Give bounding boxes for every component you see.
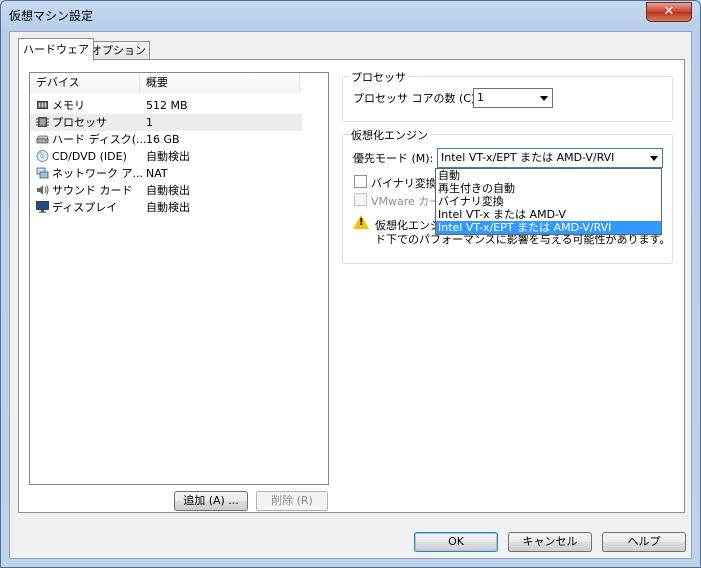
- vmware-kernel-checkbox[interactable]: [354, 193, 367, 206]
- add-device-button[interactable]: 追加 (A) ...: [174, 491, 248, 511]
- close-button[interactable]: ✕: [646, 2, 692, 22]
- device-summary: 16 GB: [146, 133, 180, 146]
- chevron-down-icon: [540, 96, 548, 101]
- device-name: ディスプレイ: [52, 201, 118, 214]
- column-header-summary[interactable]: 概要: [140, 73, 300, 93]
- memory-icon: [37, 101, 48, 109]
- tab-options[interactable]: オプション: [86, 41, 150, 60]
- cores-combo[interactable]: 1: [473, 88, 553, 108]
- device-list[interactable]: デバイス 概要 メモリ 512 MB プロセッサ 1 ハード ディスク(... …: [29, 72, 329, 485]
- dropdown-option-vtx-ept-amdv-rvi[interactable]: Intel VT-x/EPT または AMD-V/RVI: [436, 221, 661, 234]
- preferred-mode-label: 優先モード (M):: [353, 152, 434, 165]
- hardware-tab-page: デバイス 概要 メモリ 512 MB プロセッサ 1 ハード ディスク(... …: [18, 59, 685, 513]
- device-name: ハード ディスク(...: [52, 133, 147, 146]
- device-row-cd-dvd[interactable]: CD/DVD (IDE) 自動検出: [30, 148, 302, 165]
- device-row-sound[interactable]: サウンド カード 自動検出: [30, 182, 302, 199]
- device-name: CD/DVD (IDE): [52, 150, 127, 163]
- settings-window: 仮想マシン設定 ✕ ハードウェア オプション デバイス 概要 メモリ 512 M…: [0, 0, 701, 568]
- device-name: メモリ: [52, 99, 85, 112]
- processor-group: プロセッサ プロセッサ コアの数 (C): 1: [342, 69, 673, 122]
- cd-dvd-icon: [36, 150, 49, 162]
- dialog-client: ハードウェア オプション デバイス 概要 メモリ 512 MB プロセッサ 1: [9, 31, 692, 559]
- device-summary: 512 MB: [146, 99, 188, 112]
- device-row-hard-disk[interactable]: ハード ディスク(... 16 GB: [30, 131, 302, 148]
- dropdown-option-auto[interactable]: 自動: [436, 169, 661, 182]
- device-row-processor[interactable]: プロセッサ 1: [30, 114, 302, 131]
- device-name: サウンド カード: [52, 184, 133, 197]
- sound-icon: [37, 185, 49, 195]
- warning-icon: !: [353, 215, 369, 229]
- device-row-display[interactable]: ディスプレイ 自動検出: [30, 199, 302, 216]
- remove-device-button[interactable]: 削除 (R): [256, 491, 328, 511]
- device-summary: 自動検出: [146, 184, 190, 197]
- dropdown-option-auto-with-replay[interactable]: 再生付きの自動: [436, 182, 661, 195]
- hard-disk-icon: [36, 135, 49, 144]
- close-icon: ✕: [663, 4, 675, 19]
- virtualization-group-title: 仮想化エンジン: [349, 127, 430, 143]
- dropdown-option-vtx-amdv[interactable]: Intel VT-x または AMD-V: [436, 208, 661, 221]
- device-name: プロセッサ: [52, 116, 107, 129]
- device-summary: 自動検出: [146, 150, 190, 163]
- help-button[interactable]: ヘルプ: [602, 532, 686, 552]
- ok-button[interactable]: OK: [414, 532, 498, 552]
- cancel-button[interactable]: キャンセル: [508, 532, 592, 552]
- device-row-network[interactable]: ネットワーク ア... NAT: [30, 165, 302, 182]
- tab-hardware[interactable]: ハードウェア: [18, 38, 94, 61]
- preferred-mode-dropdown-list[interactable]: 自動 再生付きの自動 バイナリ変換 Intel VT-x または AMD-V I…: [435, 168, 662, 235]
- device-row-memory[interactable]: メモリ 512 MB: [30, 97, 302, 114]
- window-title: 仮想マシン設定: [9, 9, 94, 23]
- processor-icon: [36, 117, 49, 127]
- binary-translation-checkbox[interactable]: [354, 175, 367, 188]
- column-header-device[interactable]: デバイス: [30, 73, 140, 93]
- device-name: ネットワーク ア...: [52, 167, 143, 180]
- cores-label: プロセッサ コアの数 (C):: [353, 92, 479, 105]
- dropdown-option-binary-translation[interactable]: バイナリ変換: [436, 195, 661, 208]
- preferred-mode-combo[interactable]: Intel VT-x/EPT または AMD-V/RVI: [437, 148, 663, 168]
- processor-group-title: プロセッサ: [349, 69, 408, 85]
- preferred-mode-value: Intel VT-x/EPT または AMD-V/RVI: [441, 151, 615, 164]
- device-summary: NAT: [146, 167, 168, 180]
- cores-value: 1: [477, 91, 484, 104]
- title-bar[interactable]: 仮想マシン設定 ✕: [1, 1, 700, 29]
- chevron-down-icon: [650, 156, 658, 161]
- network-icon: [36, 167, 49, 179]
- device-summary: 1: [146, 116, 153, 129]
- display-icon: [36, 201, 49, 213]
- device-summary: 自動検出: [146, 201, 190, 214]
